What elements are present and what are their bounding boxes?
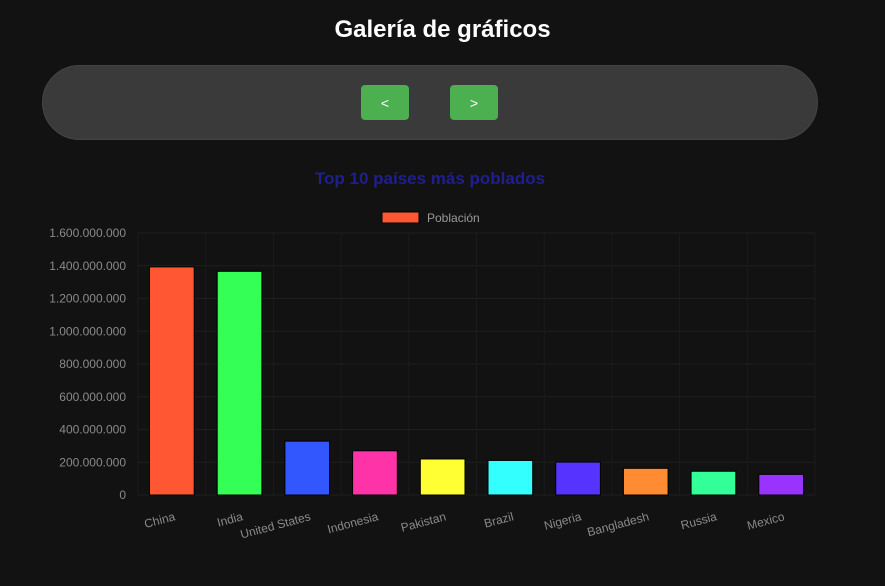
bar-russia [690,470,737,496]
x-tick-label: United States [239,509,312,541]
page-title: Galería de gráficos [334,16,551,43]
y-tick-label: 1.000.000.000 [49,324,126,338]
y-tick-label: 1.200.000.000 [49,292,126,306]
bar-china [149,266,195,496]
legend-swatch [381,211,420,224]
y-tick-label: 1.400.000.000 [49,259,126,273]
bar-chart: 0 200.000.000 400.000.000 600.000.000 800.00… [49,211,816,542]
x-tick-label: Mexico [746,509,787,532]
x-tick-label: Indonesia [326,509,380,536]
y-tick-label: 800.000.000 [59,357,126,371]
bar-bangladesh [622,467,669,496]
x-tick-label: Pakistan [399,509,447,534]
previous-chart-button[interactable]: < [361,85,409,120]
y-tick-label: 1.600.000.000 [49,226,126,240]
y-tick-label: 200.000.000 [59,455,126,469]
x-tick-label: Bangladesh [586,509,651,539]
bar-united-states [284,440,331,496]
bar-indonesia [352,450,398,496]
bar-india [216,270,263,496]
bar-brazil [487,459,534,496]
x-tick-label: Nigeria [542,509,583,532]
bar-mexico [758,473,804,496]
x-tick-label: Russia [679,509,718,532]
next-chart-button[interactable]: > [450,85,498,120]
x-tick-label: India [216,509,245,529]
y-tick-label: 600.000.000 [59,390,126,404]
x-tick-label: China [143,509,177,531]
y-tick-label: 0 [119,488,126,502]
bar-pakistan [419,458,466,496]
x-tick-label: Brazil [483,509,516,530]
y-tick-label: 400.000.000 [59,423,126,437]
legend-label: Población [427,211,480,225]
bar-nigeria [555,461,601,496]
chart-navigation-bar: < > [42,65,818,140]
chart-title: Top 10 países más poblados [314,169,546,188]
